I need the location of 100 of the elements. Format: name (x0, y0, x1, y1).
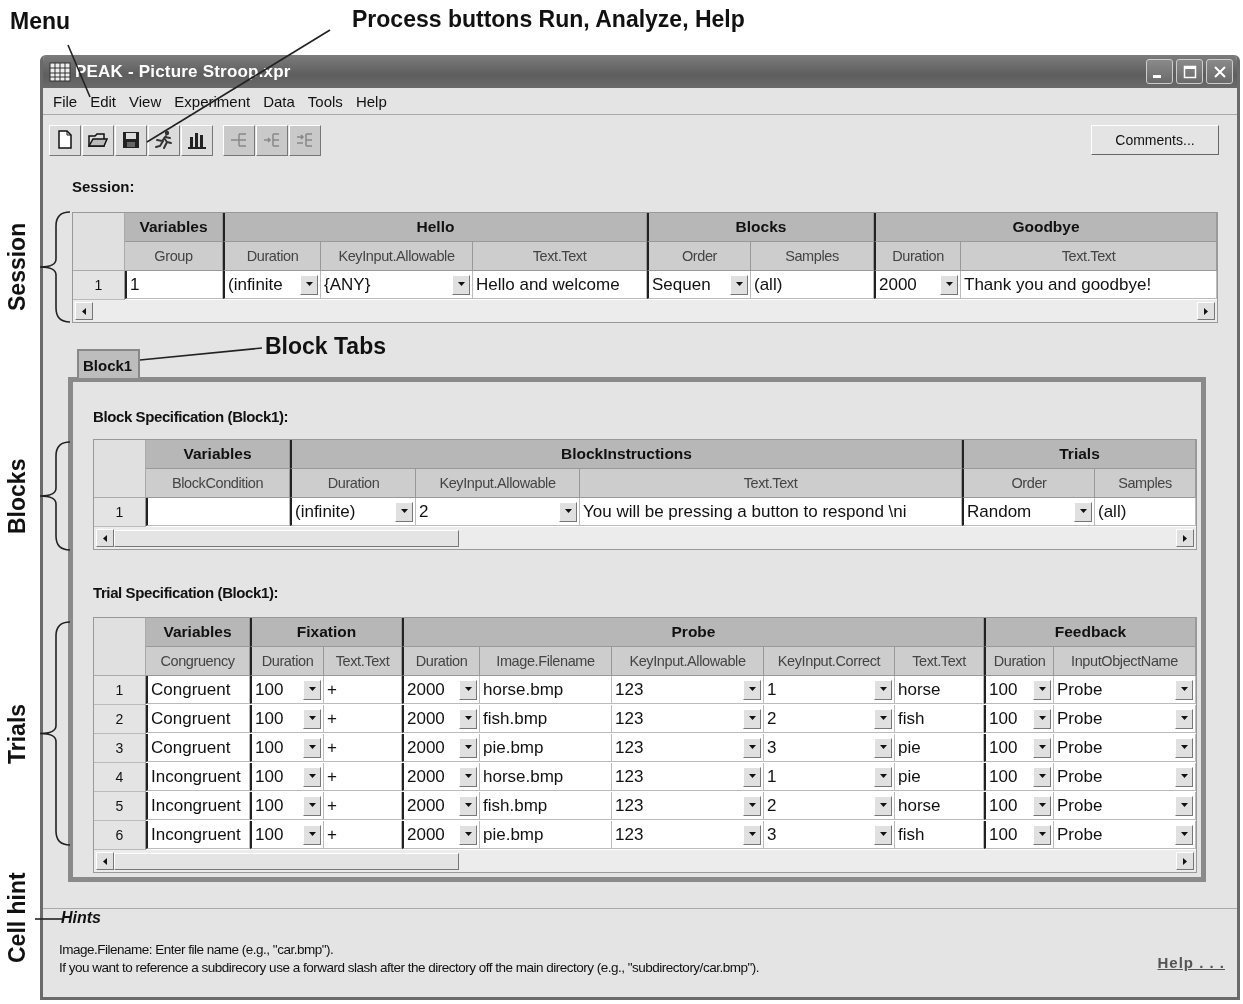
column-header[interactable]: InputObjectName (1054, 647, 1196, 676)
dropdown-button[interactable] (1033, 679, 1051, 700)
dropdown-button[interactable] (459, 679, 477, 700)
table-cell[interactable]: + (324, 763, 402, 791)
column-header[interactable]: Duration (402, 647, 480, 676)
dropdown-field[interactable]: 123 (612, 792, 764, 820)
scrollbar[interactable] (94, 850, 1196, 872)
dropdown-field[interactable]: 100 (984, 676, 1054, 704)
dropdown-button[interactable] (559, 501, 577, 522)
table-cell[interactable]: horse.bmp (480, 676, 612, 704)
dropdown-field[interactable]: Probe (1054, 676, 1196, 704)
column-header[interactable]: KeyInput.Allowable (321, 242, 473, 271)
dropdown-field[interactable]: 100 (984, 705, 1054, 733)
dropdown-button[interactable] (1175, 737, 1193, 758)
dropdown-button[interactable] (303, 708, 321, 729)
dropdown-button[interactable] (459, 737, 477, 758)
toolbar-button[interactable] (115, 124, 147, 156)
dropdown-button[interactable] (303, 824, 321, 845)
dropdown-button[interactable] (300, 274, 318, 295)
dropdown-button[interactable] (303, 795, 321, 816)
dropdown-field[interactable]: 2000 (402, 676, 480, 704)
dropdown-field[interactable]: 123 (612, 763, 764, 791)
toolbar-button[interactable] (49, 124, 81, 156)
dropdown-field[interactable]: 123 (612, 821, 764, 849)
scrollbar[interactable] (94, 527, 1196, 549)
scroll-right-button[interactable] (1176, 852, 1194, 870)
dropdown-button[interactable] (395, 501, 413, 522)
table-cell[interactable]: + (324, 676, 402, 704)
column-header[interactable]: Duration (223, 242, 321, 271)
dropdown-button[interactable] (459, 824, 477, 845)
dropdown-field[interactable]: 2000 (402, 763, 480, 791)
dropdown-button[interactable] (743, 824, 761, 845)
column-header[interactable]: Text.Text (895, 647, 984, 676)
toolbar-button[interactable] (148, 124, 180, 156)
table-cell[interactable]: horse (895, 676, 984, 704)
scroll-left-button[interactable] (96, 529, 114, 547)
dropdown-button[interactable] (743, 766, 761, 787)
column-header[interactable]: Samples (751, 242, 874, 271)
comments-button[interactable]: Comments... (1091, 125, 1219, 155)
column-header[interactable]: Text.Text (473, 242, 647, 271)
dropdown-button[interactable] (303, 679, 321, 700)
dropdown-field[interactable]: 2000 (402, 734, 480, 762)
dropdown-button[interactable] (303, 766, 321, 787)
dropdown-button[interactable] (940, 274, 958, 295)
minimize-button[interactable] (1146, 59, 1173, 84)
dropdown-button[interactable] (459, 708, 477, 729)
table-cell[interactable]: + (324, 792, 402, 820)
dropdown-field[interactable]: 2 (764, 705, 895, 733)
dropdown-field[interactable]: 100 (984, 734, 1054, 762)
dropdown-field[interactable]: 100 (250, 705, 324, 733)
toolbar-button[interactable] (82, 124, 114, 156)
table-cell[interactable]: + (324, 705, 402, 733)
dropdown-button[interactable] (1033, 766, 1051, 787)
dropdown-button[interactable] (1033, 737, 1051, 758)
table-cell[interactable]: fish (895, 821, 984, 849)
dropdown-field[interactable]: Probe (1054, 705, 1196, 733)
dropdown-button[interactable] (1074, 501, 1092, 522)
dropdown-field[interactable]: {ANY} (321, 271, 473, 299)
column-header[interactable]: Group (125, 242, 223, 271)
table-cell[interactable]: Congruent (146, 734, 250, 762)
scroll-thumb[interactable] (114, 529, 459, 547)
dropdown-button[interactable] (1175, 795, 1193, 816)
dropdown-button[interactable] (874, 824, 892, 845)
dropdown-button[interactable] (874, 708, 892, 729)
table-cell[interactable]: Thank you and goodbye! (961, 271, 1217, 299)
scrollbar[interactable] (73, 300, 1217, 322)
dropdown-field[interactable]: Probe (1054, 763, 1196, 791)
dropdown-button[interactable] (303, 737, 321, 758)
dropdown-field[interactable]: 123 (612, 705, 764, 733)
scroll-thumb[interactable] (114, 852, 459, 870)
dropdown-button[interactable] (874, 766, 892, 787)
table-cell[interactable]: fish.bmp (480, 705, 612, 733)
toolbar-button[interactable] (181, 124, 213, 156)
close-button[interactable] (1206, 59, 1233, 84)
table-cell[interactable]: Congruent (146, 705, 250, 733)
dropdown-button[interactable] (1033, 795, 1051, 816)
table-cell[interactable]: pie (895, 734, 984, 762)
column-header[interactable]: Text.Text (580, 469, 962, 498)
dropdown-button[interactable] (874, 679, 892, 700)
table-cell[interactable]: fish.bmp (480, 792, 612, 820)
column-header[interactable]: Duration (984, 647, 1054, 676)
dropdown-field[interactable]: 3 (764, 821, 895, 849)
table-cell[interactable]: fish (895, 705, 984, 733)
column-header[interactable]: KeyInput.Correct (764, 647, 895, 676)
dropdown-button[interactable] (743, 679, 761, 700)
scroll-left-button[interactable] (75, 302, 93, 320)
dropdown-field[interactable]: 2 (416, 498, 580, 526)
dropdown-button[interactable] (459, 795, 477, 816)
table-cell[interactable]: horse (895, 792, 984, 820)
table-cell[interactable]: (all) (1095, 498, 1196, 526)
dropdown-button[interactable] (730, 274, 748, 295)
table-cell[interactable]: pie.bmp (480, 821, 612, 849)
maximize-button[interactable] (1176, 59, 1203, 84)
column-header[interactable]: Image.Filename (480, 647, 612, 676)
dropdown-button[interactable] (874, 795, 892, 816)
scroll-right-button[interactable] (1197, 302, 1215, 320)
dropdown-field[interactable]: 3 (764, 734, 895, 762)
table-cell[interactable]: (all) (751, 271, 874, 299)
table-cell[interactable]: pie (895, 763, 984, 791)
help-link[interactable]: Help . . . (1157, 954, 1225, 971)
